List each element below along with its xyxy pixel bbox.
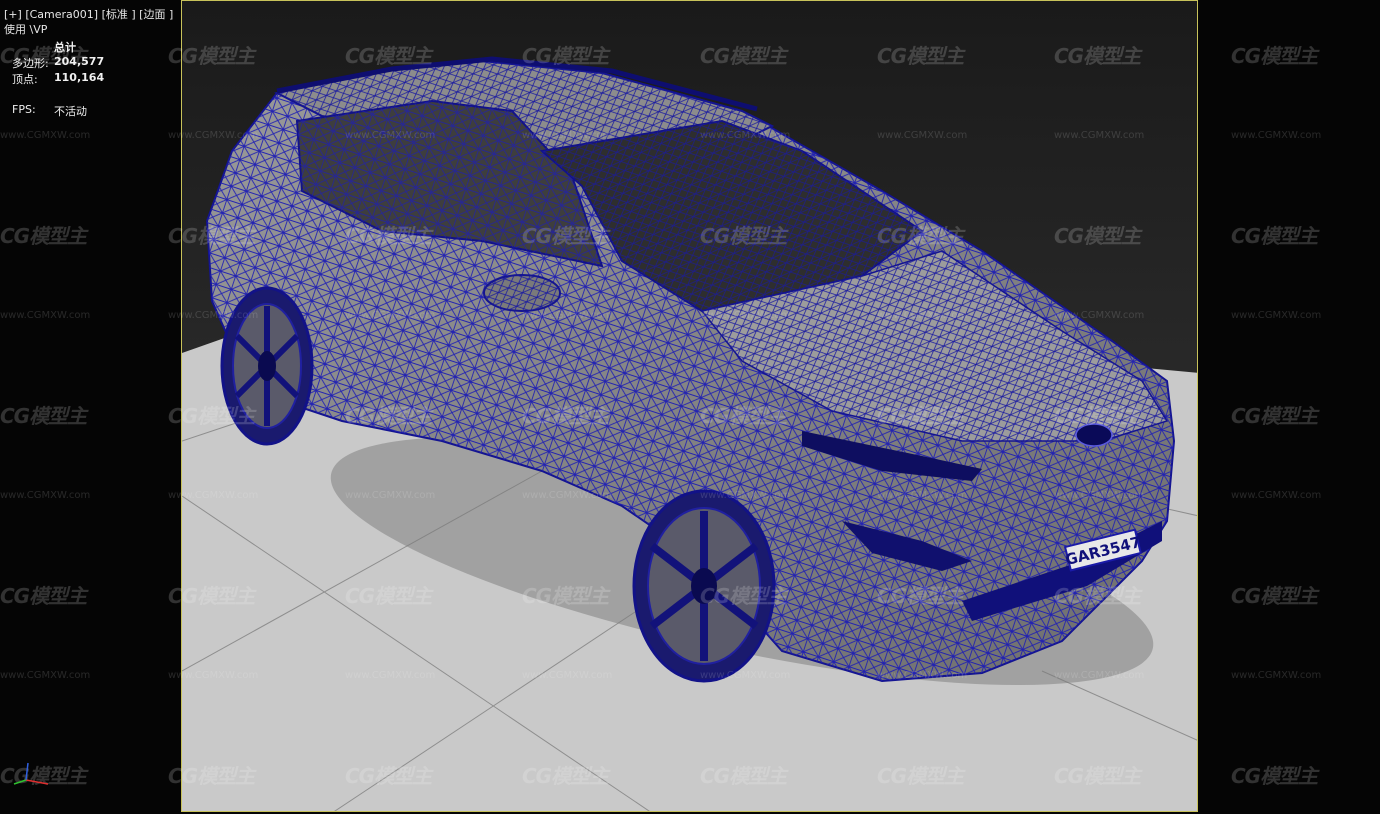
watermark-url: www.CGMXW.com (1054, 670, 1145, 681)
watermark-logo: CG模型主 (1054, 224, 1141, 248)
watermark-url: www.CGMXW.com (345, 490, 436, 501)
watermark-url: www.CGMXW.com (877, 310, 968, 321)
watermark-url: www.CGMXW.com (168, 490, 259, 501)
watermark-url: www.CGMXW.com (700, 490, 791, 501)
watermark-url: www.CGMXW.com (877, 670, 968, 681)
watermark-logo: CG模型主 (345, 224, 432, 248)
watermark-logo: CG模型主 (345, 44, 432, 68)
watermark-logo: CG模型主 (168, 224, 255, 248)
vertices-label: 顶点: (12, 73, 38, 86)
watermark-logo: CG模型主 (522, 224, 609, 248)
viewport-menu-button[interactable]: [+] (4, 8, 22, 21)
watermark-logo: CG模型主 (700, 44, 787, 68)
watermark-logo: CG模型主 (522, 44, 609, 68)
watermark-url: www.CGMXW.com (0, 310, 91, 321)
watermark-logo: CG模型主 (1231, 404, 1318, 428)
watermark-url: www.CGMXW.com (1231, 130, 1322, 141)
watermark-logo: CG模型主 (877, 584, 964, 608)
watermark-url: www.CGMXW.com (522, 130, 613, 141)
watermark-logo: CG模型主 (1231, 584, 1318, 608)
watermark-url: www.CGMXW.com (168, 670, 259, 681)
watermark-url: www.CGMXW.com (345, 310, 436, 321)
watermark-logo: CG模型主 (700, 404, 787, 428)
fps-label: FPS: (12, 103, 36, 116)
watermark-logo: CG模型主 (522, 764, 609, 788)
watermark-url: www.CGMXW.com (522, 490, 613, 501)
watermark-url: www.CGMXW.com (168, 130, 259, 141)
watermark-logo: CG模型主 (345, 404, 432, 428)
watermark-logo: CG模型主 (0, 404, 87, 428)
watermark-logo: CG模型主 (877, 764, 964, 788)
watermark-url: www.CGMXW.com (1054, 310, 1145, 321)
watermark-url: www.CGMXW.com (700, 670, 791, 681)
watermark-url: www.CGMXW.com (0, 130, 91, 141)
watermark-logo: CG模型主 (700, 224, 787, 248)
viewport-vp-label: 使用 \VP (4, 23, 48, 36)
watermark-logo: CG模型主 (168, 764, 255, 788)
watermark-logo: CG模型主 (1054, 404, 1141, 428)
watermark-logo: CG模型主 (1054, 764, 1141, 788)
watermark-url: www.CGMXW.com (700, 130, 791, 141)
watermark-logo: CG模型主 (0, 44, 87, 68)
watermark-url: www.CGMXW.com (0, 670, 91, 681)
viewport-shading-button[interactable]: [标准 ] (102, 8, 136, 21)
watermark-logo: CG模型主 (700, 764, 787, 788)
watermark-url: www.CGMXW.com (1054, 490, 1145, 501)
watermark-logo: CG模型主 (0, 224, 87, 248)
watermark-logo: CG模型主 (877, 224, 964, 248)
watermark-url: www.CGMXW.com (700, 310, 791, 321)
watermark-url: www.CGMXW.com (1231, 490, 1322, 501)
axis-gizmo-icon (13, 762, 49, 785)
viewport-label-bar: [+] [Camera001] [标准 ] [边面 ] (4, 6, 173, 22)
watermark-logo: CG模型主 (1231, 764, 1318, 788)
watermark-url: www.CGMXW.com (1231, 670, 1322, 681)
watermark-url: www.CGMXW.com (168, 310, 259, 321)
watermark-url: www.CGMXW.com (1054, 130, 1145, 141)
viewport-camera-button[interactable]: [Camera001] (25, 8, 98, 21)
watermark-logo: CG模型主 (1231, 44, 1318, 68)
watermark-logo: CG模型主 (877, 404, 964, 428)
watermark-logo: CG模型主 (168, 44, 255, 68)
watermark-logo: CG模型主 (522, 584, 609, 608)
watermark-logo: CG模型主 (0, 584, 87, 608)
render-viewport[interactable]: GAR3547 (181, 0, 1198, 812)
watermark-logo: CG模型主 (1054, 44, 1141, 68)
watermark-logo: CG模型主 (1054, 584, 1141, 608)
watermark-logo: CG模型主 (168, 404, 255, 428)
scene-render: GAR3547 (182, 1, 1197, 811)
watermark-url: www.CGMXW.com (0, 490, 91, 501)
watermark-url: www.CGMXW.com (522, 310, 613, 321)
watermark-url: www.CGMXW.com (877, 490, 968, 501)
vertices-value: 110,164 (54, 71, 105, 84)
watermark-url: www.CGMXW.com (877, 130, 968, 141)
watermark-logo: CG模型主 (1231, 224, 1318, 248)
watermark-logo: CG模型主 (168, 584, 255, 608)
watermark-url: www.CGMXW.com (522, 670, 613, 681)
fps-value: 不活动 (54, 105, 87, 118)
watermark-logo: CG模型主 (700, 584, 787, 608)
watermark-logo: CG模型主 (877, 44, 964, 68)
watermark-url: www.CGMXW.com (345, 130, 436, 141)
watermark-url: www.CGMXW.com (345, 670, 436, 681)
watermark-url: www.CGMXW.com (1231, 310, 1322, 321)
watermark-logo: CG模型主 (522, 404, 609, 428)
watermark-logo: CG模型主 (345, 764, 432, 788)
viewport-edges-button[interactable]: [边面 ] (139, 8, 173, 21)
watermark-logo: CG模型主 (345, 584, 432, 608)
